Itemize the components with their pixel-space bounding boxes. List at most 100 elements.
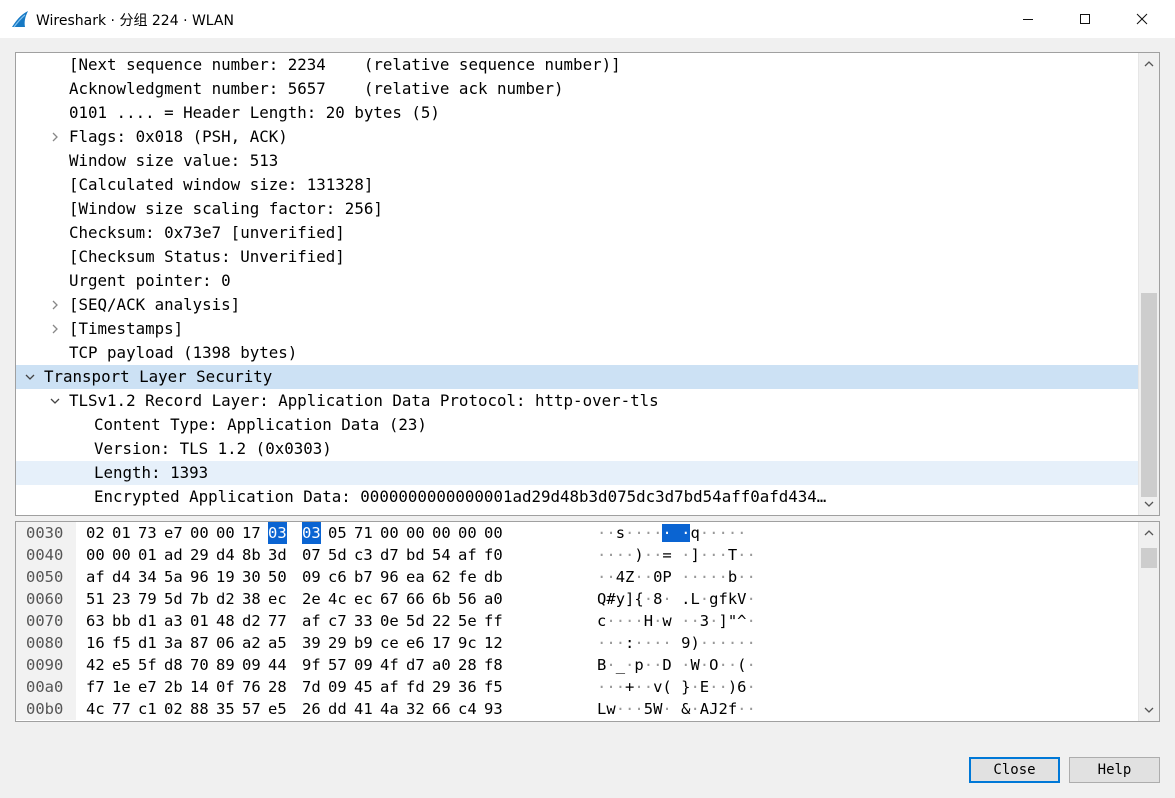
hex-byte[interactable]: 07 [302,544,321,566]
hex-ascii[interactable]: B·_·p··D ·W·O··(· [597,654,756,676]
hex-byte[interactable]: 48 [216,610,235,632]
hex-byte[interactable]: 66 [432,698,451,720]
hex-byte[interactable]: 14 [190,676,209,698]
hex-byte[interactable]: 54 [432,544,451,566]
hex-byte[interactable]: d7 [406,654,425,676]
hex-byte[interactable]: 67 [380,588,399,610]
hex-byte[interactable]: e5 [112,654,131,676]
hex-byte[interactable]: 5a [164,566,183,588]
hex-byte[interactable]: ec [268,588,287,610]
hex-byte[interactable]: 03 [268,522,287,544]
tree-row[interactable]: 0101 .... = Header Length: 20 bytes (5) [16,101,1138,125]
hex-byte[interactable]: 0e [380,610,399,632]
hex-row[interactable]: 00b0 4c 77 c1 02 88 35 57 e5 26 dd 41 4a 32 66 c4 93 Lw··… [16,698,1138,720]
scroll-down-button[interactable] [1139,495,1159,513]
tree-row[interactable]: Acknowledgment number: 5657 (relative ac… [16,77,1138,101]
hex-byte[interactable]: 2e [302,588,321,610]
hex-byte[interactable]: 29 [328,632,347,654]
hex-byte[interactable]: 2b [164,676,183,698]
hex-byte[interactable]: e6 [406,632,425,654]
tree-scrollbar-thumb[interactable] [1141,293,1157,497]
hex-byte[interactable]: 96 [380,566,399,588]
hex-byte[interactable]: 01 [190,610,209,632]
hex-byte[interactable]: ec [354,588,373,610]
hex-byte[interactable]: a3 [164,610,183,632]
hex-byte[interactable]: 77 [268,610,287,632]
hex-byte[interactable]: fe [458,566,477,588]
tree-vertical-scrollbar[interactable] [1138,53,1159,515]
hex-byte[interactable]: 96 [190,566,209,588]
hex-byte[interactable]: 28 [268,676,287,698]
expand-arrow-open-icon[interactable] [47,389,63,413]
hex-byte[interactable]: d2 [242,610,261,632]
hex-byte[interactable]: b7 [354,566,373,588]
expand-arrow-open-icon[interactable] [22,365,38,389]
hex-byte[interactable]: 17 [432,632,451,654]
hex-byte[interactable]: 50 [268,566,287,588]
hex-byte[interactable]: 9c [458,632,477,654]
tree-row[interactable]: Length: 1393 [16,461,1138,485]
hex-byte[interactable]: 06 [216,632,235,654]
hex-byte[interactable]: 09 [354,654,373,676]
hex-byte[interactable]: 28 [458,654,477,676]
tree-row[interactable]: [Timestamps] [16,317,1138,341]
hex-row[interactable]: 0040 00 00 01 ad 29 d4 8b 3d 07 5d c3 d7 bd 54 af f0 ····… [16,544,1138,566]
tree-row[interactable]: Flags: 0x018 (PSH, ACK) [16,125,1138,149]
hex-byte[interactable]: f5 [112,632,131,654]
hex-byte[interactable]: a0 [484,588,503,610]
tree-row[interactable]: [Calculated window size: 131328] [16,173,1138,197]
hex-byte[interactable]: 62 [432,566,451,588]
hex-row[interactable]: 0070 63 bb d1 a3 01 48 d2 77 af c7 33 0e 5d 22 5e ff c···… [16,610,1138,632]
hex-ascii[interactable]: c····H·w ··3·]"^· [597,610,756,632]
hex-byte[interactable]: 77 [112,698,131,720]
hex-ascii[interactable]: Lw···5W· &·AJ2f·· [597,698,756,720]
hex-byte[interactable]: a2 [242,632,261,654]
hex-byte[interactable]: c7 [328,610,347,632]
tree-row[interactable]: [Next sequence number: 2234 (relative se… [16,53,1138,77]
hex-byte[interactable]: ff [484,610,503,632]
hex-byte[interactable]: d2 [216,588,235,610]
hex-byte[interactable]: d7 [380,544,399,566]
hex-byte[interactable]: a5 [268,632,287,654]
hex-byte[interactable]: 73 [138,522,157,544]
hex-byte[interactable]: 41 [354,698,373,720]
hex-byte[interactable]: 7b [190,588,209,610]
tree-row[interactable]: Window size value: 513 [16,149,1138,173]
hex-byte[interactable]: 05 [328,522,347,544]
tree-row[interactable]: [SEQ/ACK analysis] [16,293,1138,317]
hex-byte[interactable]: 44 [268,654,287,676]
hex-byte[interactable]: 38 [242,588,261,610]
hex-byte[interactable]: 4c [328,588,347,610]
hex-byte[interactable]: 66 [406,588,425,610]
hex-byte[interactable]: 29 [190,544,209,566]
hex-byte[interactable]: ea [406,566,425,588]
maximize-button[interactable] [1062,0,1108,38]
hex-byte[interactable]: bb [112,610,131,632]
hex-row[interactable]: 0030 02 01 73 e7 00 00 17 03 03 05 71 00 00 00 00 00 ··s·… [16,522,1138,544]
hex-ascii[interactable]: Q#y]{·8· .L·gfkV· [597,588,756,610]
hex-byte[interactable]: 09 [302,566,321,588]
hex-byte[interactable]: c1 [138,698,157,720]
hex-vertical-scrollbar[interactable] [1138,522,1159,721]
tree-row[interactable]: [Window size scaling factor: 256] [16,197,1138,221]
hex-byte[interactable]: 7d [302,676,321,698]
hex-ascii[interactable]: ····)··= ·]···T·· [597,544,756,566]
hex-byte[interactable]: 34 [138,566,157,588]
hex-byte[interactable]: 19 [216,566,235,588]
hex-byte[interactable]: 02 [86,522,105,544]
hex-byte[interactable]: 22 [432,610,451,632]
hex-byte[interactable]: ad [164,544,183,566]
hex-byte[interactable]: d1 [138,610,157,632]
hex-byte[interactable]: 1e [112,676,131,698]
hex-byte[interactable]: 9f [302,654,321,676]
hex-byte[interactable]: 09 [242,654,261,676]
hex-byte[interactable]: 03 [302,522,321,544]
hex-byte[interactable]: 01 [112,522,131,544]
hex-byte[interactable]: e7 [138,676,157,698]
hex-byte[interactable]: f7 [86,676,105,698]
hex-byte[interactable]: 23 [112,588,131,610]
hex-byte[interactable]: 00 [458,522,477,544]
hex-scroll-up-button[interactable] [1139,524,1159,542]
scroll-up-button[interactable] [1139,55,1159,73]
hex-byte[interactable]: 45 [354,676,373,698]
